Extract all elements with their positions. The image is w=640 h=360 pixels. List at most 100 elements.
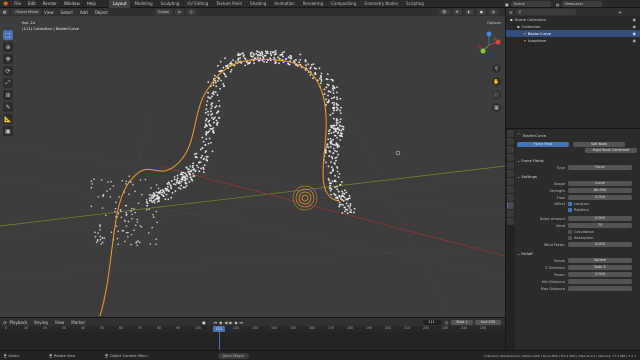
timeline-menu-keying[interactable]: Keying xyxy=(34,320,47,325)
viewport-menu-select[interactable]: Select xyxy=(61,10,73,15)
zoom-icon[interactable]: ⚲ xyxy=(492,64,501,73)
properties-tab-scene-icon[interactable] xyxy=(507,162,514,169)
viewport-menu-object[interactable]: Object xyxy=(95,10,108,15)
proportional-edit-icon[interactable]: ◎ xyxy=(186,9,196,15)
outliner-row[interactable]: ▾ BezierCurve ◉ xyxy=(506,30,640,37)
properties-tab-physics-icon[interactable] xyxy=(507,202,514,209)
location-checkbox[interactable] xyxy=(568,202,572,206)
cursor-icon[interactable]: ⊕ xyxy=(3,42,13,52)
jump-end-icon[interactable]: ⏭ xyxy=(240,320,244,325)
options-button[interactable]: Options xyxy=(484,20,505,26)
settings-panel[interactable]: ⌄ Settings xyxy=(517,173,637,180)
clock-icon[interactable]: ◷ xyxy=(445,320,449,325)
falloff-max-distance-field[interactable] xyxy=(568,286,632,291)
rigid-body-constraint-button[interactable]: Rigid Body Constraint xyxy=(585,148,637,153)
properties-tab-view-layer-icon[interactable] xyxy=(507,154,514,161)
soft-body-button[interactable]: Soft Body xyxy=(573,142,625,147)
shading-solid-icon[interactable]: ● xyxy=(476,9,486,15)
view-layer-selector[interactable]: ViewLayer xyxy=(561,1,602,7)
falloff-z-direction-field[interactable]: Both Z xyxy=(568,265,632,270)
transform-orientation[interactable]: Global xyxy=(154,9,173,15)
outliner-row[interactable]: ▪ Collection ◉ xyxy=(506,23,640,30)
viewport-menu-view[interactable]: View xyxy=(44,10,54,15)
menu-window[interactable]: Window xyxy=(64,1,80,6)
tab-geometry-nodes[interactable]: Geometry Nodes xyxy=(360,0,402,8)
pan-hand-icon[interactable]: ✋ xyxy=(492,77,501,86)
tab-shading[interactable]: Shading xyxy=(246,0,270,8)
shape-field[interactable]: Curve xyxy=(568,181,632,186)
tab-modeling[interactable]: Modeling xyxy=(130,0,156,8)
properties-tab-render-icon[interactable] xyxy=(507,138,514,145)
properties-tab-data-icon[interactable] xyxy=(507,218,514,225)
falloff-panel[interactable]: ⌄ Falloff xyxy=(517,250,637,257)
mode-selector[interactable]: Object Mode xyxy=(12,9,42,15)
annotate-icon[interactable]: ✎ xyxy=(3,102,13,112)
gizmo-icon[interactable]: ✥ xyxy=(452,9,462,15)
properties-tab-particles-icon[interactable] xyxy=(507,194,514,201)
tab-compositing[interactable]: Compositing xyxy=(327,0,360,8)
camera-icon[interactable]: 🎥 xyxy=(492,90,501,99)
rotation-checkbox[interactable] xyxy=(568,208,572,212)
menu-render[interactable]: Render xyxy=(43,1,57,6)
select-box-icon[interactable]: ⬚ xyxy=(3,30,13,40)
play-icon[interactable]: ▶ xyxy=(229,320,232,325)
properties-tab-object-icon[interactable] xyxy=(507,178,514,185)
menu-edit[interactable]: Edit xyxy=(28,1,36,6)
keyframe-area[interactable] xyxy=(0,332,505,350)
tab-rendering[interactable]: Rendering xyxy=(299,0,327,8)
falloff-min-distance-field[interactable] xyxy=(568,279,632,284)
next-key-icon[interactable]: ◆ xyxy=(234,320,237,325)
visibility-eye-icon[interactable]: ◉ xyxy=(633,16,636,23)
rotate-icon[interactable]: ⟳ xyxy=(3,66,13,76)
absorption-checkbox[interactable] xyxy=(568,236,572,240)
tab-uv-editing[interactable]: UV Editing xyxy=(183,0,212,8)
record-icon[interactable]: ● xyxy=(202,320,206,325)
force-fields-panel[interactable]: ⌄ Force Fields xyxy=(517,157,637,164)
start-frame-field[interactable]: Start 1 xyxy=(451,319,473,325)
properties-tab-constraints-icon[interactable] xyxy=(507,210,514,217)
falloff-shape-field[interactable]: Sphere xyxy=(568,258,632,263)
outliner-row[interactable]: ▪ Scene Collection ◉ xyxy=(506,16,640,23)
timeline-menu-view[interactable]: View xyxy=(55,320,65,325)
transform-icon[interactable]: ⊞ xyxy=(3,90,13,100)
menu-file[interactable]: File xyxy=(14,1,21,6)
menu-help[interactable]: Help xyxy=(87,1,96,6)
timeline-menu-playback[interactable]: Playback xyxy=(10,320,28,325)
outliner-search-input[interactable]: ⚲ xyxy=(515,9,576,15)
snap-icon[interactable]: ⧉ xyxy=(175,9,184,15)
type-select[interactable]: Force xyxy=(568,165,632,170)
scale-icon[interactable]: ⤢ xyxy=(3,78,13,88)
properties-tab-output-icon[interactable] xyxy=(507,146,514,153)
viewport-menu-add[interactable]: Add xyxy=(80,10,88,15)
shading-rendered-icon[interactable]: ◍ xyxy=(488,9,498,15)
properties-tab-modifiers-icon[interactable] xyxy=(507,186,514,193)
properties-tab-world-icon[interactable] xyxy=(507,170,514,177)
overlay-icon[interactable]: ◐ xyxy=(464,9,474,15)
tab-texture-paint[interactable]: Texture Paint xyxy=(212,0,246,8)
visibility-icon[interactable]: 👁 xyxy=(439,9,450,15)
visibility-eye-icon[interactable]: ◉ xyxy=(633,30,636,37)
3d-viewport[interactable]: ▦ Object Mode View Select Add Object Global… xyxy=(0,8,505,317)
outliner-row[interactable]: ▾ Icosphere ◉ xyxy=(506,37,640,44)
gravitation-checkbox[interactable] xyxy=(568,230,572,234)
seed-field[interactable]: 75 xyxy=(568,223,632,228)
scene-selector[interactable]: Scene xyxy=(510,1,551,7)
properties-tab-tool-icon[interactable] xyxy=(507,130,514,137)
timeline-menu-marker[interactable]: Marker xyxy=(71,320,85,325)
outliner-editor-icon[interactable]: ☰ xyxy=(509,10,513,15)
strength-field[interactable]: 80.000 xyxy=(568,188,632,193)
visibility-eye-icon[interactable]: ◉ xyxy=(633,23,636,30)
anim-player-chip[interactable]: Anim Player xyxy=(217,352,250,359)
falloff-power-field[interactable]: 0.000 xyxy=(568,272,632,277)
move-icon[interactable]: ✥ xyxy=(3,54,13,64)
add-cube-icon[interactable]: ▣ xyxy=(3,126,13,136)
tab-scripting[interactable]: Scripting xyxy=(402,0,428,8)
current-frame-field[interactable]: 111 xyxy=(422,319,441,325)
viewport-canvas[interactable] xyxy=(0,16,505,317)
noise-amount-field[interactable]: 0.000 xyxy=(568,216,632,221)
flow-field[interactable]: 0.000 xyxy=(568,195,632,200)
editor-type-button[interactable]: ▦ xyxy=(0,9,10,15)
measure-icon[interactable]: 📐 xyxy=(3,114,13,124)
visibility-eye-icon[interactable]: ◉ xyxy=(633,37,636,44)
bezier-curve[interactable] xyxy=(99,58,339,317)
